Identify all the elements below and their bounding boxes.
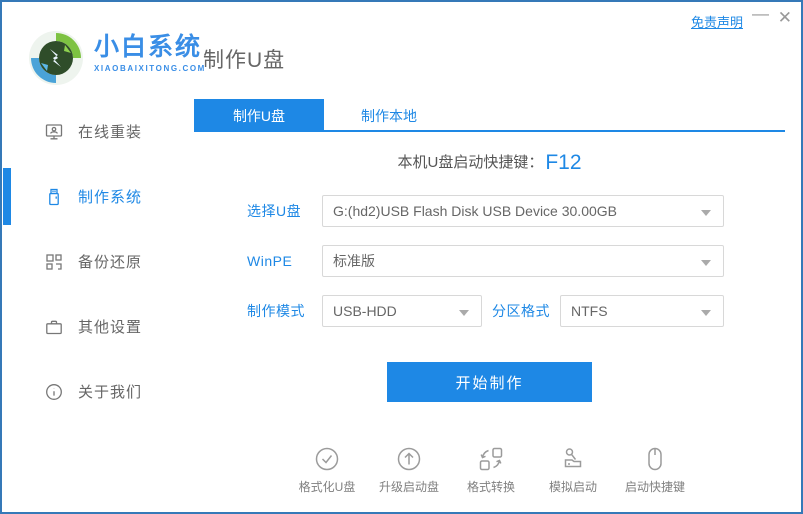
brand-block: 小白系统 XIAOBAIXITONG.COM [94,33,206,73]
winpe-label: WinPE [247,253,293,269]
mode-dropdown[interactable]: USB-HDD [322,295,482,327]
briefcase-icon [44,317,64,337]
winpe-row: WinPE 标准版 [194,245,785,277]
chevron-down-icon [459,310,469,316]
backup-grid-icon [44,252,64,272]
logo-swirl-icon [29,31,83,85]
main-panel: 制作U盘 制作本地 本机U盘启动快捷键：F12 选择U盘 G:(hd2)USB … [194,99,785,512]
sidebar-item-make-system[interactable]: 制作系统 [2,164,194,229]
boot-hotkey-label: 本机U盘启动快捷键： [397,154,544,171]
chevron-down-icon [701,210,711,216]
winpe-value: 标准版 [333,253,375,269]
sidebar-item-online-reinstall[interactable]: 在线重装 [2,99,194,164]
info-icon [44,382,64,402]
mode-label: 制作模式 [247,303,305,319]
minimize-button[interactable]: — [752,4,769,24]
usb-select-row: 选择U盘 G:(hd2)USB Flash Disk USB Device 30… [194,195,785,227]
sidebar-item-backup-restore[interactable]: 备份还原 [2,229,194,294]
tool-label: 格式转换 [466,480,515,494]
usb-select-label: 选择U盘 [247,203,302,219]
sidebar-item-label: 备份还原 [78,254,143,271]
close-button[interactable]: ✕ [778,8,792,28]
mode-value: USB-HDD [333,303,397,319]
partition-value: NTFS [571,303,608,319]
tool-simulate-boot[interactable]: 模拟启动 [535,445,611,495]
winpe-dropdown[interactable]: 标准版 [322,245,724,277]
sidebar: 在线重装 制作系统 备份还原 其他设置 关于我们 [2,99,194,512]
sidebar-item-about-us[interactable]: 关于我们 [2,359,194,424]
sidebar-item-label: 制作系统 [78,189,143,206]
sidebar-item-label: 其他设置 [78,319,143,336]
tool-format-usb[interactable]: 格式化U盘 [289,445,365,495]
tool-label: 模拟启动 [548,480,597,494]
monitor-user-icon [44,122,64,142]
tab-bar: 制作U盘 制作本地 [194,99,785,132]
usb-select-value: G:(hd2)USB Flash Disk USB Device 30.00GB [333,203,617,219]
app-window: 小白系统 XIAOBAIXITONG.COM 制作U盘 免责声明 — ✕ 在线重… [0,0,803,514]
disclaimer-link[interactable]: 免责声明 [691,12,743,31]
page-title: 制作U盘 [203,49,286,72]
chevron-down-icon [701,310,711,316]
tool-upgrade-boot-disk[interactable]: 升级启动盘 [371,445,447,495]
active-indicator [3,168,11,225]
brand-domain: XIAOBAIXITONG.COM [94,64,206,73]
tab-make-local[interactable]: 制作本地 [324,99,454,132]
tab-make-usb[interactable]: 制作U盘 [194,99,324,132]
tool-format-convert[interactable]: 格式转换 [453,445,529,495]
mode-partition-row: 制作模式 USB-HDD 分区格式 NTFS [194,295,785,327]
tool-label: 格式化U盘 [298,480,356,494]
app-logo [27,29,85,87]
partition-label: 分区格式 [492,303,550,319]
sidebar-item-other-settings[interactable]: 其他设置 [2,294,194,359]
boot-hotkey-line: 本机U盘启动快捷键：F12 [194,151,785,175]
usb-drive-icon [44,187,64,207]
mouse-icon [641,445,669,473]
brand-name: 小白系统 [94,33,203,61]
boot-hotkey-value: F12 [545,151,582,174]
arrow-up-circle-icon [395,445,423,473]
usb-select-dropdown[interactable]: G:(hd2)USB Flash Disk USB Device 30.00GB [322,195,724,227]
joystick-icon [559,445,587,473]
sidebar-item-label: 在线重装 [78,124,143,141]
tool-label: 升级启动盘 [378,480,439,494]
start-make-button[interactable]: 开始制作 [387,362,592,402]
partition-dropdown[interactable]: NTFS [560,295,724,327]
bottom-toolbar: 格式化U盘 升级启动盘 格式转换 模拟启动 启动快捷键 [289,445,693,495]
tool-boot-hotkey[interactable]: 启动快捷键 [617,445,693,495]
tool-label: 启动快捷键 [624,480,685,494]
check-circle-icon [313,445,341,473]
convert-icon [477,445,505,473]
chevron-down-icon [701,260,711,266]
sidebar-item-label: 关于我们 [78,384,143,401]
